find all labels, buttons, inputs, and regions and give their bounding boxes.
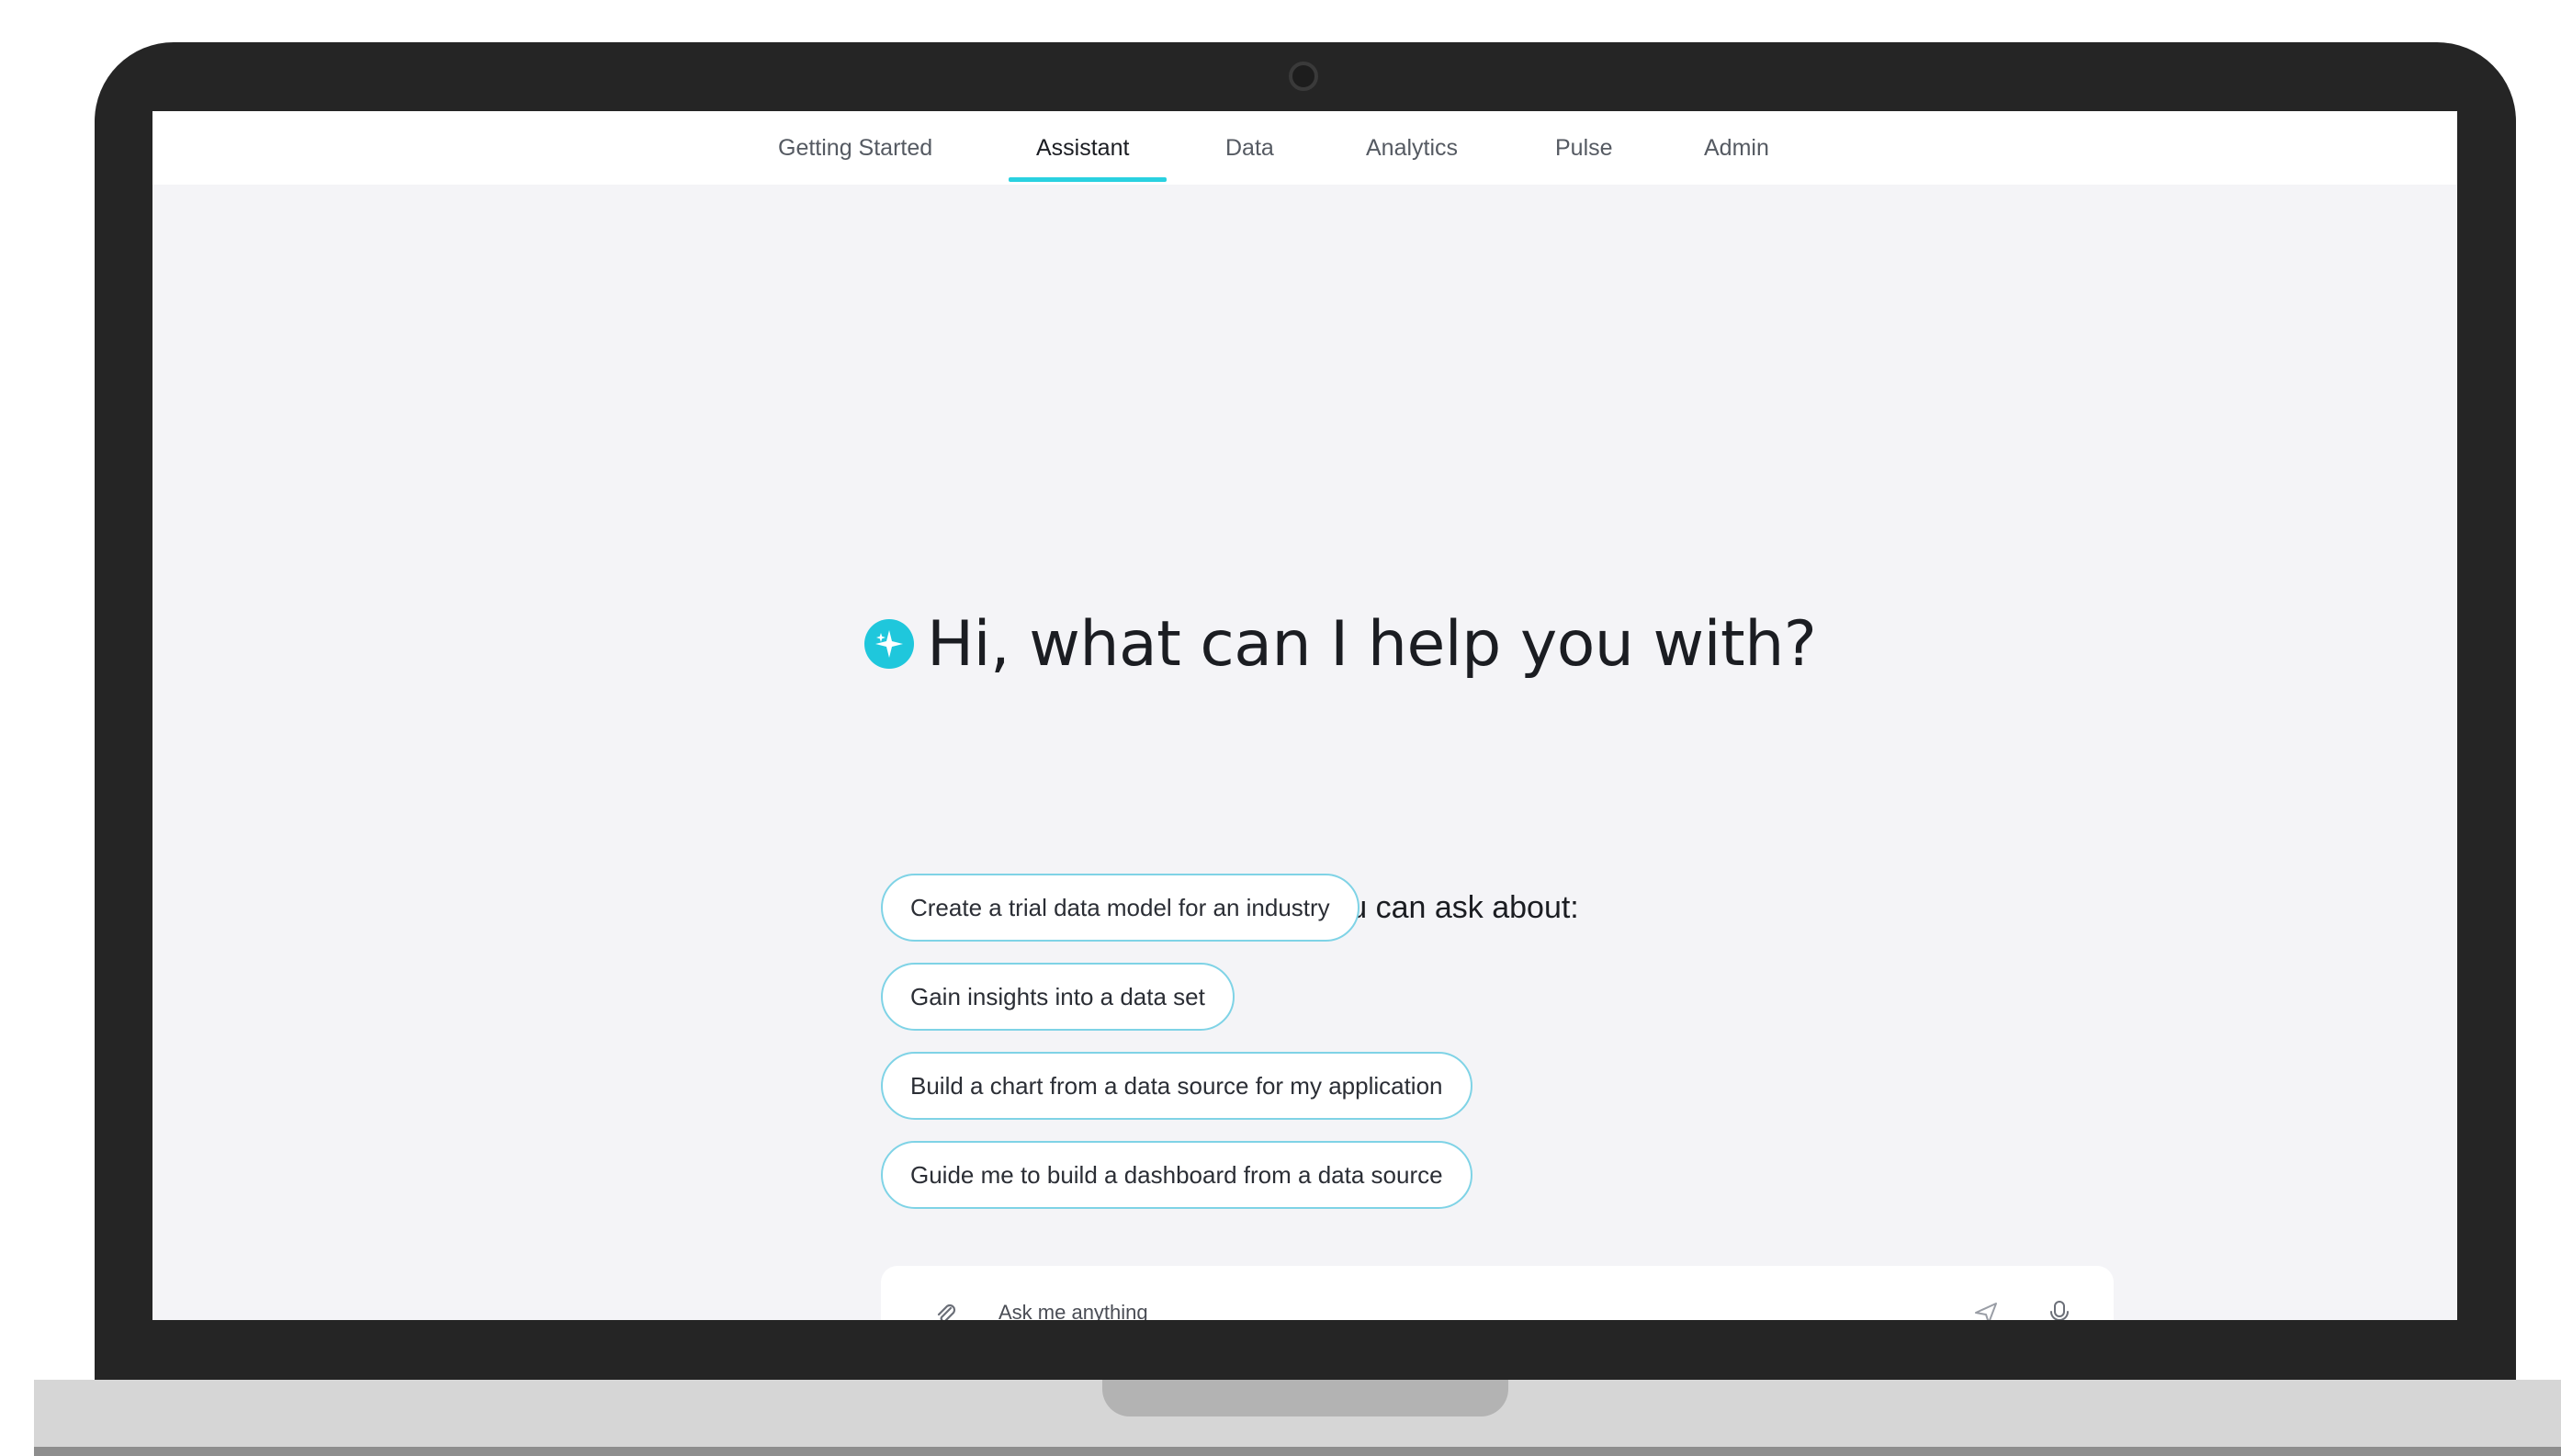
send-icon[interactable] bbox=[1972, 1299, 2000, 1320]
paperclip-icon[interactable] bbox=[932, 1301, 958, 1320]
tab-getting-started[interactable]: Getting Started bbox=[778, 111, 932, 185]
top-navigation: Getting Started Assistant Data Analytics… bbox=[152, 111, 2457, 185]
active-tab-indicator bbox=[1009, 177, 1167, 182]
idea-chip-gain-insights[interactable]: Gain insights into a data set bbox=[881, 963, 1235, 1031]
tab-assistant[interactable]: Assistant bbox=[1036, 111, 1129, 185]
tab-analytics[interactable]: Analytics bbox=[1366, 111, 1458, 185]
camera-icon bbox=[1289, 62, 1318, 91]
app-screen: Getting Started Assistant Data Analytics… bbox=[152, 111, 2457, 1320]
tab-data[interactable]: Data bbox=[1225, 111, 1274, 185]
laptop-notch bbox=[1102, 1380, 1508, 1416]
tab-pulse[interactable]: Pulse bbox=[1555, 111, 1613, 185]
tab-admin[interactable]: Admin bbox=[1704, 111, 1769, 185]
microphone-icon[interactable] bbox=[2046, 1299, 2073, 1320]
page-title: Hi, what can I help you with? bbox=[927, 607, 1817, 681]
ask-input-box[interactable]: Ask me anything bbox=[881, 1266, 2114, 1320]
greeting-heading: Hi, what can I help you with? bbox=[864, 598, 1817, 690]
ask-input-placeholder[interactable]: Ask me anything bbox=[998, 1301, 1148, 1320]
laptop-base-edge bbox=[34, 1447, 2561, 1456]
idea-chip-build-chart[interactable]: Build a chart from a data source for my … bbox=[881, 1052, 1472, 1120]
sparkle-icon bbox=[864, 619, 914, 669]
idea-chip-build-dashboard[interactable]: Guide me to build a dashboard from a dat… bbox=[881, 1141, 1472, 1209]
idea-chip-trial-data-model[interactable]: Create a trial data model for an industr… bbox=[881, 874, 1359, 942]
